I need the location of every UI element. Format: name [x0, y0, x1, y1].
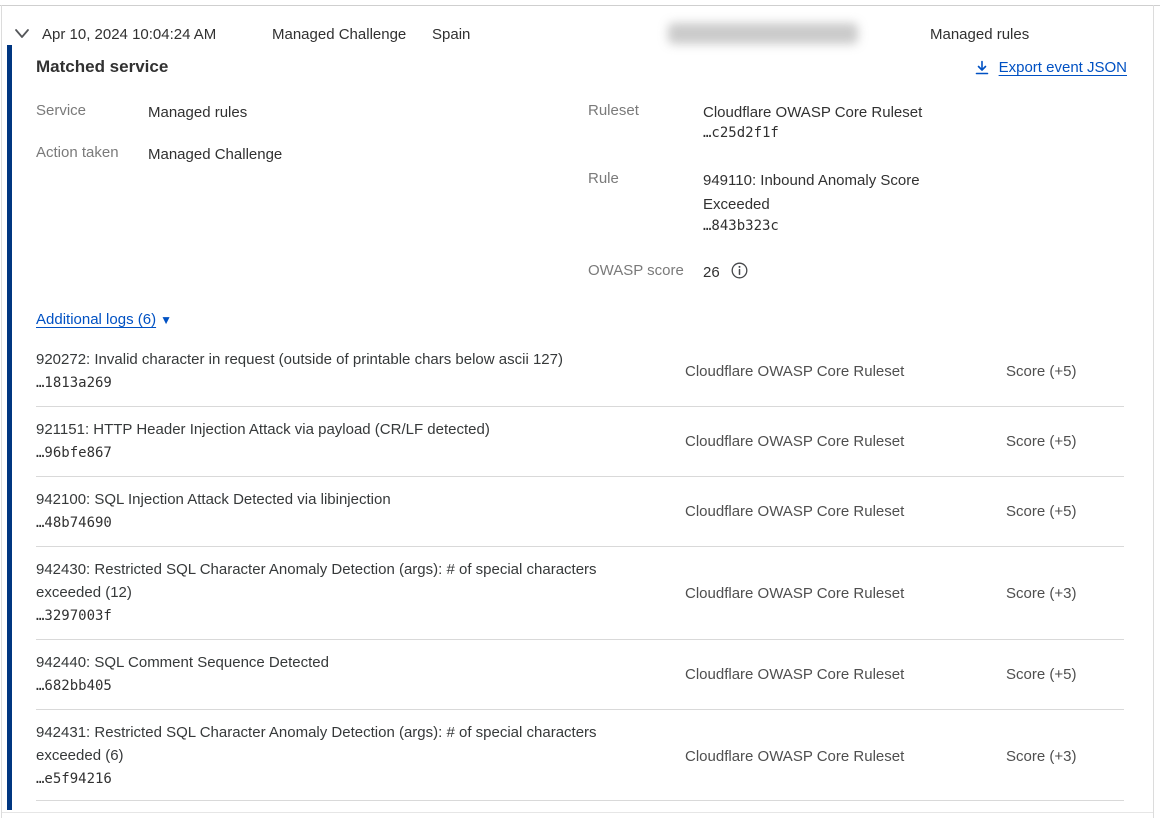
log-rule-id: …96bfe867: [36, 441, 685, 465]
triangle-down-icon: ▼: [160, 313, 172, 327]
log-rule-cell: 942440: SQL Comment Sequence Detected …6…: [36, 651, 685, 698]
panel-title: Matched service: [36, 57, 168, 77]
log-rule-cell: 921151: HTTP Header Injection Attack via…: [36, 418, 685, 465]
additional-logs-table: 920272: Invalid character in request (ou…: [36, 337, 1124, 802]
log-ruleset: Cloudflare OWASP Core Ruleset: [685, 363, 1006, 380]
log-rule-id: …e5f94216: [36, 767, 685, 791]
rule-value: 949110: Inbound Anomaly Score Exceeded: [703, 169, 943, 217]
owasp-score-value: 26: [703, 261, 720, 285]
logs-bottom-divider: [36, 800, 1124, 801]
log-rule-cell: 942100: SQL Injection Attack Detected vi…: [36, 488, 685, 535]
log-rule-description: 920272: Invalid character in request (ou…: [36, 348, 631, 371]
log-score: Score (+5): [1006, 503, 1124, 520]
log-rule-description: 942440: SQL Comment Sequence Detected: [36, 651, 631, 674]
rule-label: Rule: [588, 170, 619, 187]
log-score: Score (+5): [1006, 666, 1124, 683]
export-event-json-link[interactable]: Export event JSON: [974, 59, 1127, 76]
log-rule-description: 942431: Restricted SQL Character Anomaly…: [36, 721, 631, 767]
rule-id: …843b323c: [703, 218, 779, 234]
log-row: 942431: Restricted SQL Character Anomaly…: [36, 710, 1124, 802]
log-rule-cell: 920272: Invalid character in request (ou…: [36, 348, 685, 395]
event-summary-row[interactable]: Apr 10, 2024 10:04:24 AM Managed Challen…: [0, 8, 1160, 46]
log-ruleset: Cloudflare OWASP Core Ruleset: [685, 748, 1006, 765]
table-left-border: [1, 5, 2, 818]
chevron-down-icon[interactable]: [13, 27, 31, 41]
log-row: 942440: SQL Comment Sequence Detected …6…: [36, 640, 1124, 710]
ruleset-value: Cloudflare OWASP Core Ruleset: [703, 101, 948, 125]
log-row: 942430: Restricted SQL Character Anomaly…: [36, 547, 1124, 640]
log-rule-cell: 942431: Restricted SQL Character Anomaly…: [36, 721, 685, 791]
log-ruleset: Cloudflare OWASP Core Ruleset: [685, 666, 1006, 683]
redacted-value-blur: [668, 23, 858, 44]
log-rule-cell: 942430: Restricted SQL Character Anomaly…: [36, 558, 685, 628]
firewall-event-details: Apr 10, 2024 10:04:24 AM Managed Challen…: [0, 0, 1160, 818]
event-timestamp: Apr 10, 2024 10:04:24 AM: [42, 26, 216, 43]
owasp-score-label: OWASP score: [588, 262, 684, 279]
log-ruleset: Cloudflare OWASP Core Ruleset: [685, 433, 1006, 450]
action-taken-value: Managed Challenge: [148, 143, 282, 167]
info-icon[interactable]: [731, 262, 748, 279]
service-value: Managed rules: [148, 101, 247, 125]
log-score: Score (+3): [1006, 748, 1124, 765]
table-top-border: [0, 5, 1160, 6]
log-rule-description: 921151: HTTP Header Injection Attack via…: [36, 418, 631, 441]
log-row: 920272: Invalid character in request (ou…: [36, 337, 1124, 407]
log-rule-id: …48b74690: [36, 511, 685, 535]
log-ruleset: Cloudflare OWASP Core Ruleset: [685, 585, 1006, 602]
log-row: 921151: HTTP Header Injection Attack via…: [36, 407, 1124, 477]
table-right-border: [1153, 5, 1154, 818]
log-row: 942100: SQL Injection Attack Detected vi…: [36, 477, 1124, 547]
export-link-label: Export event JSON: [999, 59, 1127, 76]
log-score: Score (+3): [1006, 585, 1124, 602]
log-rule-id: …1813a269: [36, 371, 685, 395]
log-rule-description: 942430: Restricted SQL Character Anomaly…: [36, 558, 631, 604]
ruleset-label: Ruleset: [588, 102, 639, 119]
event-service: Managed rules: [930, 26, 1029, 43]
log-score: Score (+5): [1006, 433, 1124, 450]
ruleset-id: …c25d2f1f: [703, 125, 779, 141]
log-rule-id: …3297003f: [36, 604, 685, 628]
event-action: Managed Challenge: [272, 26, 406, 43]
additional-logs-label: Additional logs (6): [36, 311, 156, 328]
download-icon: [974, 60, 990, 76]
additional-logs-toggle[interactable]: Additional logs (6) ▼: [36, 311, 172, 328]
log-ruleset: Cloudflare OWASP Core Ruleset: [685, 503, 1006, 520]
row-bottom-border: [2, 812, 1153, 813]
action-taken-label: Action taken: [36, 144, 119, 161]
log-rule-id: …682bb405: [36, 674, 685, 698]
log-score: Score (+5): [1006, 363, 1124, 380]
expanded-row-accent-bar: [7, 45, 12, 810]
service-label: Service: [36, 102, 86, 119]
log-rule-description: 942100: SQL Injection Attack Detected vi…: [36, 488, 631, 511]
event-country: Spain: [432, 26, 470, 43]
